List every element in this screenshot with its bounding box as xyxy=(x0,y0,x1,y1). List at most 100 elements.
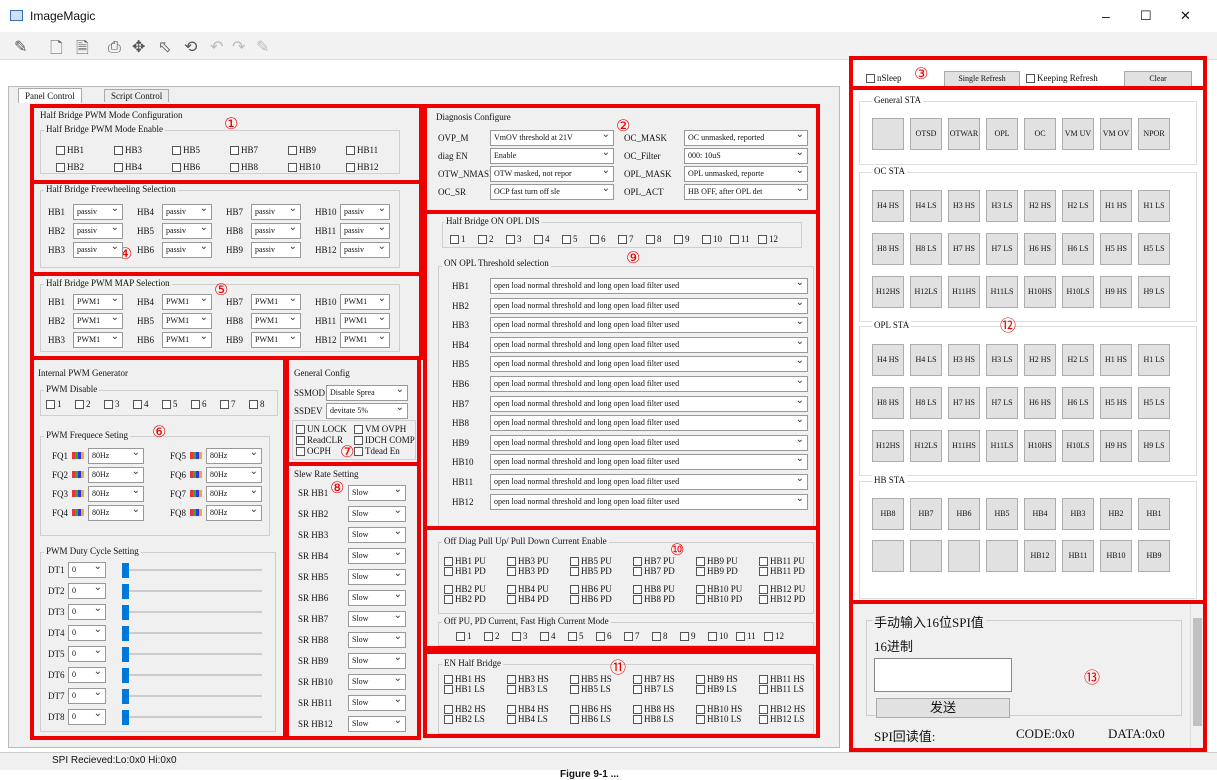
fast-mode-3[interactable]: 3 xyxy=(512,631,528,642)
pwm-disable-6[interactable]: 6 xyxy=(191,399,207,410)
pwmmap-select-hb12[interactable]: PWM1 xyxy=(340,332,390,348)
freewheel-select-hb12[interactable]: passiv xyxy=(340,242,390,258)
pwmmap-select-hb3[interactable]: PWM1 xyxy=(73,332,123,348)
pwm-disable-4-box[interactable] xyxy=(133,400,142,410)
diag-select-2[interactable]: OTW masked, not repor xyxy=(490,166,614,182)
freq-select-fq4[interactable]: 80Hz xyxy=(88,505,144,521)
offdiag-hb8-pu[interactable]: HB8 PU xyxy=(633,584,675,595)
duty-slider-dt2[interactable] xyxy=(122,584,129,599)
close-button[interactable]: ✕ xyxy=(1180,8,1191,24)
ssdev-select[interactable]: devitate 5% xyxy=(326,403,408,419)
enhb-hb7-ls-box[interactable] xyxy=(633,685,642,695)
slew-select-8[interactable]: Slow xyxy=(348,653,406,669)
enhb-hb9-hs[interactable]: HB9 HS xyxy=(696,674,738,685)
opl-select-hb9[interactable]: open load normal threshold and long open… xyxy=(490,434,808,451)
enhb-hb10-ls[interactable]: HB10 LS xyxy=(696,714,741,725)
fast-mode-12[interactable]: 12 xyxy=(764,631,784,642)
hbmode-hb1[interactable]: HB1 xyxy=(56,145,84,156)
opl-dis-5[interactable]: 5 xyxy=(562,234,578,245)
select-icon[interactable]: ⬁ xyxy=(158,37,171,56)
enhb-hb2-ls-box[interactable] xyxy=(444,715,453,725)
freq-select-fq2[interactable]: 80Hz xyxy=(88,467,144,483)
hbmode-hb7[interactable]: HB7 xyxy=(230,145,258,156)
nsleep-checkbox[interactable]: nSleep xyxy=(866,73,902,84)
pwmmap-select-hb7[interactable]: PWM1 xyxy=(251,294,301,310)
new-file-icon[interactable]: 🗋 xyxy=(50,37,63,64)
opl-dis-5-box[interactable] xyxy=(562,235,571,245)
fast-mode-12-box[interactable] xyxy=(764,632,773,642)
offdiag-hb3-pd-box[interactable] xyxy=(507,567,516,577)
slew-select-5[interactable]: Slow xyxy=(348,590,406,606)
pwm-disable-5-box[interactable] xyxy=(162,400,171,410)
config-4[interactable]: OCPH xyxy=(296,446,331,457)
offdiag-hb10-pu[interactable]: HB10 PU xyxy=(696,584,742,595)
config-0[interactable]: UN LOCK xyxy=(296,424,347,435)
enhb-hb12-ls[interactable]: HB12 LS xyxy=(759,714,804,725)
offdiag-hb7-pu[interactable]: HB7 PU xyxy=(633,556,675,567)
opl-select-hb6[interactable]: open load normal threshold and long open… xyxy=(490,376,808,392)
opl-select-hb11[interactable]: open load normal threshold and long open… xyxy=(490,474,808,490)
opl-select-hb1[interactable]: open load normal threshold and long open… xyxy=(490,278,808,294)
slew-select-7[interactable]: Slow xyxy=(348,632,406,648)
enhb-hb2-ls[interactable]: HB2 LS xyxy=(444,714,485,725)
duty-spin-dt1[interactable]: 0 xyxy=(68,562,106,578)
diag-select2-3[interactable]: HB OFF, after OPL det xyxy=(684,184,808,200)
duty-spin-dt4[interactable]: 0 xyxy=(68,625,106,641)
diag-select2-0[interactable]: OC unmasked, reported xyxy=(684,130,808,146)
offdiag-hb12-pu[interactable]: HB12 PU xyxy=(759,584,805,595)
freewheel-select-hb8[interactable]: passiv xyxy=(251,223,301,239)
offdiag-hb10-pd-box[interactable] xyxy=(696,595,705,605)
hbmode-hb11[interactable]: HB11 xyxy=(346,145,378,156)
brush-disabled-icon[interactable]: ✎ xyxy=(256,37,269,56)
offdiag-hb8-pd-box[interactable] xyxy=(633,595,642,605)
duty-slider-dt6[interactable] xyxy=(122,668,129,683)
config-3-box[interactable] xyxy=(354,436,363,446)
enhb-hb4-hs[interactable]: HB4 HS xyxy=(507,704,549,715)
diag-select-0[interactable]: VmOV threshold at 21V xyxy=(490,130,614,146)
spi-scrollbar[interactable] xyxy=(1190,604,1203,748)
enhb-hb7-ls[interactable]: HB7 LS xyxy=(633,684,674,695)
opl-dis-10-box[interactable] xyxy=(702,235,711,245)
hbmode-hb4-box[interactable] xyxy=(114,163,123,173)
enhb-hb9-ls-box[interactable] xyxy=(696,685,705,695)
pwm-disable-3-box[interactable] xyxy=(104,400,113,410)
pwm-disable-8[interactable]: 8 xyxy=(249,399,265,410)
offdiag-hb5-pd[interactable]: HB5 PD xyxy=(570,566,612,577)
clear-button[interactable]: Clear xyxy=(1124,71,1192,87)
hbmode-hb12[interactable]: HB12 xyxy=(346,162,379,173)
enhb-hb3-hs[interactable]: HB3 HS xyxy=(507,674,549,685)
enhb-hb8-ls[interactable]: HB8 LS xyxy=(633,714,674,725)
enhb-hb5-ls-box[interactable] xyxy=(570,685,579,695)
pwm-disable-2-box[interactable] xyxy=(75,400,84,410)
config-3[interactable]: IDCH COMP xyxy=(354,435,415,446)
spi-send-button[interactable]: 发送 xyxy=(876,698,1010,718)
pwm-disable-6-box[interactable] xyxy=(191,400,200,410)
opl-dis-6-box[interactable] xyxy=(590,235,599,245)
hbmode-hb8-box[interactable] xyxy=(230,163,239,173)
opl-dis-9[interactable]: 9 xyxy=(674,234,690,245)
hbmode-hb2-box[interactable] xyxy=(56,163,65,173)
config-1-box[interactable] xyxy=(354,425,363,435)
enhb-hb8-hs[interactable]: HB8 HS xyxy=(633,704,675,715)
offdiag-hb1-pu[interactable]: HB1 PU xyxy=(444,556,486,567)
duty-slider-dt8[interactable] xyxy=(122,710,129,725)
fast-mode-2-box[interactable] xyxy=(484,632,493,642)
opl-dis-8[interactable]: 8 xyxy=(646,234,662,245)
duty-slider-dt7[interactable] xyxy=(122,689,129,704)
opl-select-hb2[interactable]: open load normal threshold and long open… xyxy=(490,297,808,314)
freewheel-select-hb4[interactable]: passiv xyxy=(162,204,212,220)
opl-dis-2-box[interactable] xyxy=(478,235,487,245)
opl-dis-8-box[interactable] xyxy=(646,235,655,245)
slew-select-0[interactable]: Slow xyxy=(348,485,406,501)
opl-dis-7[interactable]: 7 xyxy=(618,234,634,245)
enhb-hb3-ls-box[interactable] xyxy=(507,685,516,695)
opl-select-hb4[interactable]: open load normal threshold and long open… xyxy=(490,336,808,353)
opl-select-hb8[interactable]: open load normal threshold and long open… xyxy=(490,415,808,432)
offdiag-hb9-pd-box[interactable] xyxy=(696,567,705,577)
duty-slider-dt4[interactable] xyxy=(122,626,129,641)
opl-dis-9-box[interactable] xyxy=(674,235,683,245)
offdiag-hb3-pd[interactable]: HB3 PD xyxy=(507,566,549,577)
hbmode-hb9-box[interactable] xyxy=(288,146,297,156)
offdiag-hb4-pu[interactable]: HB4 PU xyxy=(507,584,549,595)
config-5-box[interactable] xyxy=(354,447,363,457)
